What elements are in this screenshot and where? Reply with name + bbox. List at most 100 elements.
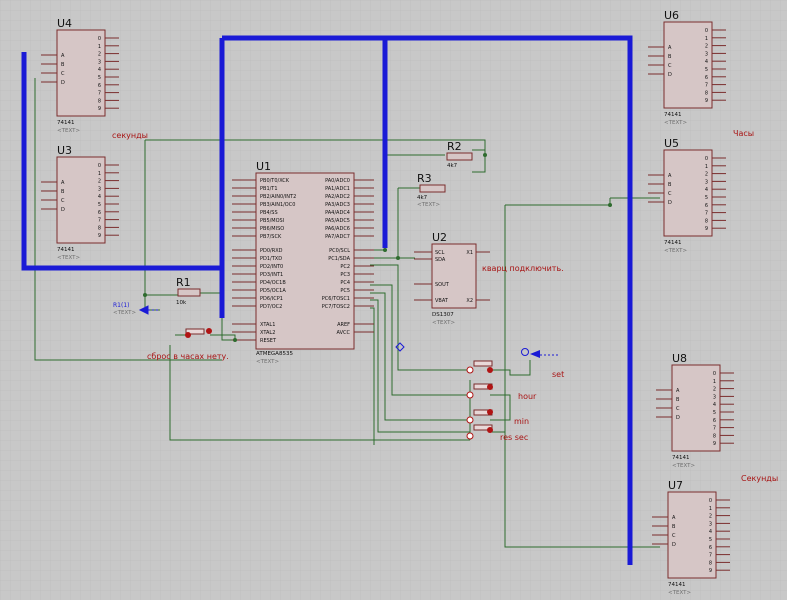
- ref-label: U3: [57, 144, 72, 157]
- pin-label: D: [61, 80, 65, 86]
- pin-label: 9: [705, 226, 708, 232]
- part-label: 74141: [664, 112, 682, 118]
- ref-label: R1: [176, 276, 191, 289]
- pin-label: 0: [709, 498, 712, 504]
- pin-label: PA2/ADC2: [325, 194, 350, 200]
- pin-label: 8: [705, 218, 708, 224]
- junction-dot: [383, 248, 387, 252]
- res-sec-label: res sec: [500, 433, 528, 442]
- pin-label: PA5/ADC5: [325, 218, 350, 224]
- meta-label: <TEXT>: [664, 120, 687, 126]
- pin-label: 1: [98, 44, 101, 50]
- pin-label: 4: [98, 67, 101, 73]
- pin-label: PD0/RXD: [260, 248, 283, 254]
- pin-label: B: [61, 189, 65, 195]
- pin-label: PA6/ADC6: [325, 226, 350, 232]
- meta-label: <TEXT>: [668, 590, 691, 596]
- pin-label: AREF: [337, 322, 350, 328]
- meta-label: <TEXT>: [432, 320, 455, 326]
- pin-label: 0: [705, 28, 708, 34]
- pin-label: PC1/SDA: [328, 256, 350, 262]
- schematic-canvas: U4 74141 <TEXT> секунды ABCD 0123456789 …: [0, 0, 787, 600]
- pin-label: X2: [466, 298, 473, 304]
- pin-label: 5: [705, 195, 708, 201]
- ref-label: U5: [664, 137, 679, 150]
- pin-label: 5: [713, 410, 716, 416]
- pin-label: 8: [98, 98, 101, 104]
- contact-dot: [185, 332, 191, 338]
- min-label: min: [514, 417, 529, 426]
- pin-label: B: [668, 54, 672, 60]
- pin-label: PA0/ADC0: [325, 178, 350, 184]
- pin-label: PB4/SS: [260, 210, 278, 216]
- pin-label: D: [676, 415, 680, 421]
- caption: кварц подключить.: [482, 264, 564, 273]
- pin-label: PB0/T0/XCK: [260, 178, 290, 184]
- pin-label: 5: [98, 75, 101, 81]
- pin-label: 4: [98, 194, 101, 200]
- pin-label: PD5/OC1A: [260, 288, 286, 294]
- value-label: 4k7: [447, 163, 458, 169]
- ref-label: U2: [432, 231, 447, 244]
- pin-label: PD2/INT0: [260, 264, 283, 270]
- pin-label: 9: [709, 568, 712, 574]
- pin-label: PB3/AIN1/OC0: [260, 202, 295, 208]
- pin-label: 1: [713, 379, 716, 385]
- pin-label: 0: [713, 371, 716, 377]
- pin-label: PC7/TOSC2: [322, 304, 350, 310]
- pin-label: PB1/T1: [260, 186, 278, 192]
- pin-label: C: [668, 63, 672, 69]
- pin-label: 3: [709, 521, 712, 527]
- pin-label: 1: [705, 36, 708, 42]
- pin-label: 6: [709, 545, 712, 551]
- pin-label: 6: [98, 83, 101, 89]
- pin-label: 4: [709, 529, 712, 535]
- pin-label: PC4: [340, 280, 350, 286]
- pin-label: D: [61, 207, 65, 213]
- pin-label: 9: [98, 233, 101, 239]
- pin-label: A: [672, 515, 676, 521]
- pin-label: 2: [713, 387, 716, 393]
- pin-label: 0: [98, 36, 101, 42]
- pin-label: 9: [705, 98, 708, 104]
- resistor-body: [419, 184, 446, 193]
- pin-label: A: [61, 180, 65, 186]
- value-label: 4k7: [417, 195, 428, 201]
- ref-label: U4: [57, 17, 72, 30]
- resistor-body: [177, 288, 201, 297]
- pin-label: C: [61, 71, 65, 77]
- contact-dot: [487, 427, 493, 433]
- pin-label: 2: [705, 172, 708, 178]
- contact-dot: [466, 416, 474, 424]
- contact-dot: [466, 366, 474, 374]
- pin-label: 7: [98, 218, 101, 224]
- junction-dot: [143, 293, 147, 297]
- pin-label: PD6/ICP1: [260, 296, 283, 302]
- pin-label: PD7/OC2: [260, 304, 282, 310]
- pin-label: A: [61, 53, 65, 59]
- pin-label: 3: [98, 59, 101, 65]
- pin-label: 2: [98, 52, 101, 58]
- pin-label: PC0/SCL: [329, 248, 350, 254]
- resistor-body: [446, 152, 473, 161]
- junction-dot: [483, 153, 487, 157]
- contact-dot: [487, 409, 493, 415]
- meta-label: <TEXT>: [57, 255, 80, 261]
- part-label: 74141: [664, 240, 682, 246]
- pin-label: 4: [705, 187, 708, 193]
- set-label: set: [552, 370, 564, 379]
- pin-label: 1: [709, 506, 712, 512]
- pin-label: 5: [709, 537, 712, 543]
- pin-label: AVCC: [336, 330, 350, 336]
- pin-label: PC6/TOSC1: [322, 296, 350, 302]
- pin-label: 1: [705, 164, 708, 170]
- pin-label: B: [676, 397, 680, 403]
- pin-label: X1: [466, 250, 473, 256]
- pin-label: 6: [713, 418, 716, 424]
- pin-label: D: [672, 542, 676, 548]
- pin-label: 8: [709, 560, 712, 566]
- pin-label: SDA: [435, 257, 446, 263]
- pin-label: B: [61, 62, 65, 68]
- pin-label: 4: [705, 59, 708, 65]
- pin-label: PA1/ADC1: [325, 186, 350, 192]
